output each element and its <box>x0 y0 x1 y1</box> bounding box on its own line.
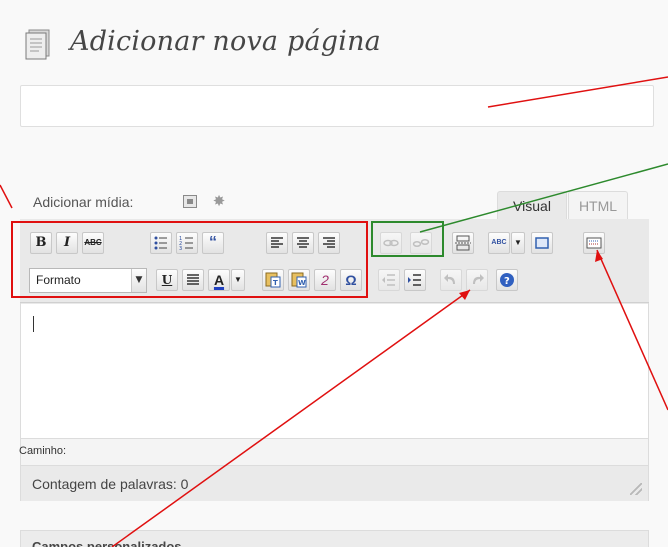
custom-fields-title: Campos personalizados <box>32 539 182 547</box>
spellcheck-dropdown-arrow[interactable]: ▼ <box>511 232 525 254</box>
fullscreen-button[interactable] <box>531 232 553 254</box>
word-count: Contagem de palavras: 0 <box>32 476 189 492</box>
annotation-green-box <box>371 221 444 257</box>
image-icon[interactable] <box>183 195 197 208</box>
page-title-input[interactable] <box>20 85 654 127</box>
more-tag-icon <box>455 235 471 251</box>
path-label: Caminho: <box>19 445 67 457</box>
resize-handle[interactable] <box>630 483 642 495</box>
kitchen-sink-icon <box>586 237 602 249</box>
editor-content-area[interactable] <box>21 304 648 438</box>
kitchen-sink-toggle-button[interactable] <box>583 232 605 254</box>
undo-button[interactable] <box>440 269 462 291</box>
insert-more-button[interactable] <box>452 232 474 254</box>
outdent-button[interactable] <box>378 269 400 291</box>
annotation-red-box <box>11 221 368 298</box>
tab-visual[interactable]: Visual <box>497 191 567 219</box>
media-star-icon[interactable]: ✸ <box>211 193 227 209</box>
indent-button[interactable] <box>404 269 426 291</box>
tab-html[interactable]: HTML <box>568 191 628 219</box>
help-button[interactable]: ? <box>496 269 518 291</box>
editor-path-bar <box>21 438 648 465</box>
undo-icon <box>444 274 455 284</box>
svg-text:?: ? <box>504 276 510 287</box>
outdent-icon <box>382 274 395 286</box>
indent-icon <box>408 274 421 286</box>
text-cursor <box>33 316 34 332</box>
spellcheck-button[interactable]: ABC <box>488 232 510 254</box>
help-icon: ? <box>500 273 514 287</box>
fullscreen-icon <box>535 237 549 249</box>
add-media-label: Adicionar mídia: <box>33 194 134 210</box>
redo-button[interactable] <box>466 269 488 291</box>
redo-icon <box>473 274 484 284</box>
page-title: Adicionar nova página <box>70 26 381 57</box>
page-icon <box>22 27 56 61</box>
